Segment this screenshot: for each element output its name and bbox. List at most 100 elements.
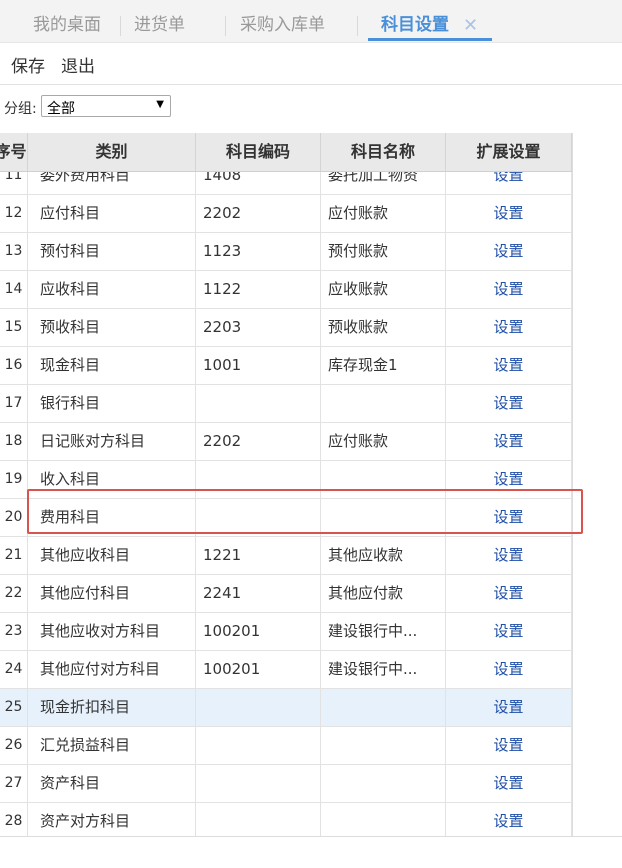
save-button[interactable]: 保存 — [11, 52, 45, 77]
table-row[interactable]: 23 其他应收对方科目 100201 建设银行中... 设置 — [0, 613, 572, 651]
row-code — [196, 499, 321, 536]
table-row[interactable]: 26 汇兑损益科目 设置 — [0, 727, 572, 765]
row-index: 12 — [0, 195, 28, 232]
row-index: 24 — [0, 651, 28, 688]
close-icon[interactable]: ✕ — [463, 15, 478, 36]
row-category: 应收科目 — [28, 271, 196, 308]
row-name: 建设银行中... — [321, 651, 446, 688]
table-row[interactable]: 17 银行科目 设置 — [0, 385, 572, 423]
row-settings-link[interactable]: 设置 — [446, 385, 572, 422]
row-settings-link[interactable]: 设置 — [446, 309, 572, 346]
header-category: 类别 — [28, 133, 196, 171]
row-settings-link[interactable]: 设置 — [446, 613, 572, 650]
row-name: 预付账款 — [321, 233, 446, 270]
table-row[interactable]: 22 其他应付科目 2241 其他应付款 设置 — [0, 575, 572, 613]
row-code: 1221 — [196, 537, 321, 574]
row-category: 银行科目 — [28, 385, 196, 422]
row-category: 其他应收科目 — [28, 537, 196, 574]
row-code: 2202 — [196, 423, 321, 460]
row-settings-link[interactable]: 设置 — [446, 765, 572, 802]
row-index: 26 — [0, 727, 28, 764]
row-category: 预收科目 — [28, 309, 196, 346]
row-code: 1001 — [196, 347, 321, 384]
table-row[interactable]: 21 其他应收科目 1221 其他应收款 设置 — [0, 537, 572, 575]
group-select[interactable]: 全部 ▼ — [41, 95, 171, 117]
group-label: 分组: — [4, 101, 37, 117]
row-index: 16 — [0, 347, 28, 384]
row-settings-link[interactable]: 设置 — [446, 727, 572, 764]
table-row[interactable]: 16 现金科目 1001 库存现金1 设置 — [0, 347, 572, 385]
header-code: 科目编码 — [196, 133, 321, 171]
active-tab-indicator — [368, 38, 492, 41]
tab-bar: 我的桌面 进货单 采购入库单 科目设置 ✕ — [0, 0, 622, 43]
row-name — [321, 765, 446, 802]
row-settings-link[interactable]: 设置 — [446, 803, 572, 836]
table-row[interactable]: 19 收入科目 设置 — [0, 461, 572, 499]
row-code — [196, 765, 321, 802]
row-code: 1123 — [196, 233, 321, 270]
table-row[interactable]: 15 预收科目 2203 预收账款 设置 — [0, 309, 572, 347]
row-code: 2202 — [196, 195, 321, 232]
row-category: 现金科目 — [28, 347, 196, 384]
row-name: 应付账款 — [321, 195, 446, 232]
row-name: 应收账款 — [321, 271, 446, 308]
toolbar: 保存 退出 — [0, 42, 622, 85]
row-index: 27 — [0, 765, 28, 802]
row-index: 15 — [0, 309, 28, 346]
row-name — [321, 727, 446, 764]
row-settings-link[interactable]: 设置 — [446, 651, 572, 688]
row-code — [196, 385, 321, 422]
table-row[interactable]: 12 应付科目 2202 应付账款 设置 — [0, 195, 572, 233]
tab-purchase-order[interactable]: 进货单 — [134, 0, 185, 42]
table-row[interactable]: 27 资产科目 设置 — [0, 765, 572, 803]
table-row[interactable]: 13 预付科目 1123 预付账款 设置 — [0, 233, 572, 271]
account-settings-table: 11 委外费用科目 1408 委托加工物资 设置 12 应付科目 2202 应付账款 设置 13 预付… — [0, 133, 573, 836]
row-code: 1122 — [196, 271, 321, 308]
row-category: 汇兑损益科目 — [28, 727, 196, 764]
row-settings-link[interactable]: 设置 — [446, 423, 572, 460]
row-name: 其他应收款 — [321, 537, 446, 574]
tab-purchase-receipt[interactable]: 采购入库单 — [240, 0, 325, 42]
tab-my-desktop[interactable]: 我的桌面 — [33, 0, 101, 42]
row-code: 2241 — [196, 575, 321, 612]
row-code: 2203 — [196, 309, 321, 346]
row-index: 28 — [0, 803, 28, 836]
row-category: 资产科目 — [28, 765, 196, 802]
row-settings-link[interactable]: 设置 — [446, 195, 572, 232]
table-row[interactable]: 28 资产对方科目 设置 — [0, 803, 572, 836]
row-category: 其他应付对方科目 — [28, 651, 196, 688]
row-index: 22 — [0, 575, 28, 612]
row-index: 14 — [0, 271, 28, 308]
row-settings-link[interactable]: 设置 — [446, 347, 572, 384]
row-settings-link[interactable]: 设置 — [446, 233, 572, 270]
row-settings-link[interactable]: 设置 — [446, 271, 572, 308]
row-code — [196, 727, 321, 764]
row-settings-link[interactable]: 设置 — [446, 461, 572, 498]
row-index: 13 — [0, 233, 28, 270]
row-name: 建设银行中... — [321, 613, 446, 650]
table-row[interactable]: 24 其他应付对方科目 100201 建设银行中... 设置 — [0, 651, 572, 689]
tab-account-settings[interactable]: 科目设置 — [381, 0, 449, 42]
row-code — [196, 803, 321, 836]
row-settings-link[interactable]: 设置 — [446, 499, 572, 536]
row-index: 21 — [0, 537, 28, 574]
row-category: 应付科目 — [28, 195, 196, 232]
table-row[interactable]: 18 日记账对方科目 2202 应付账款 设置 — [0, 423, 572, 461]
row-name — [321, 803, 446, 836]
row-category: 其他应付科目 — [28, 575, 196, 612]
table-row[interactable]: 20 费用科目 设置 — [0, 499, 572, 537]
row-settings-link[interactable]: 设置 — [446, 537, 572, 574]
row-settings-link[interactable]: 设置 — [446, 575, 572, 612]
row-index: 20 — [0, 499, 28, 536]
row-name — [321, 689, 446, 726]
tab-separator — [120, 16, 121, 36]
row-index: 23 — [0, 613, 28, 650]
table-row[interactable]: 25 现金折扣科目 设置 — [0, 689, 572, 727]
table-row[interactable]: 14 应收科目 1122 应收账款 设置 — [0, 271, 572, 309]
row-name: 其他应付款 — [321, 575, 446, 612]
exit-button[interactable]: 退出 — [61, 52, 95, 77]
row-category: 费用科目 — [28, 499, 196, 536]
row-index: 19 — [0, 461, 28, 498]
row-code — [196, 689, 321, 726]
row-settings-link[interactable]: 设置 — [446, 689, 572, 726]
